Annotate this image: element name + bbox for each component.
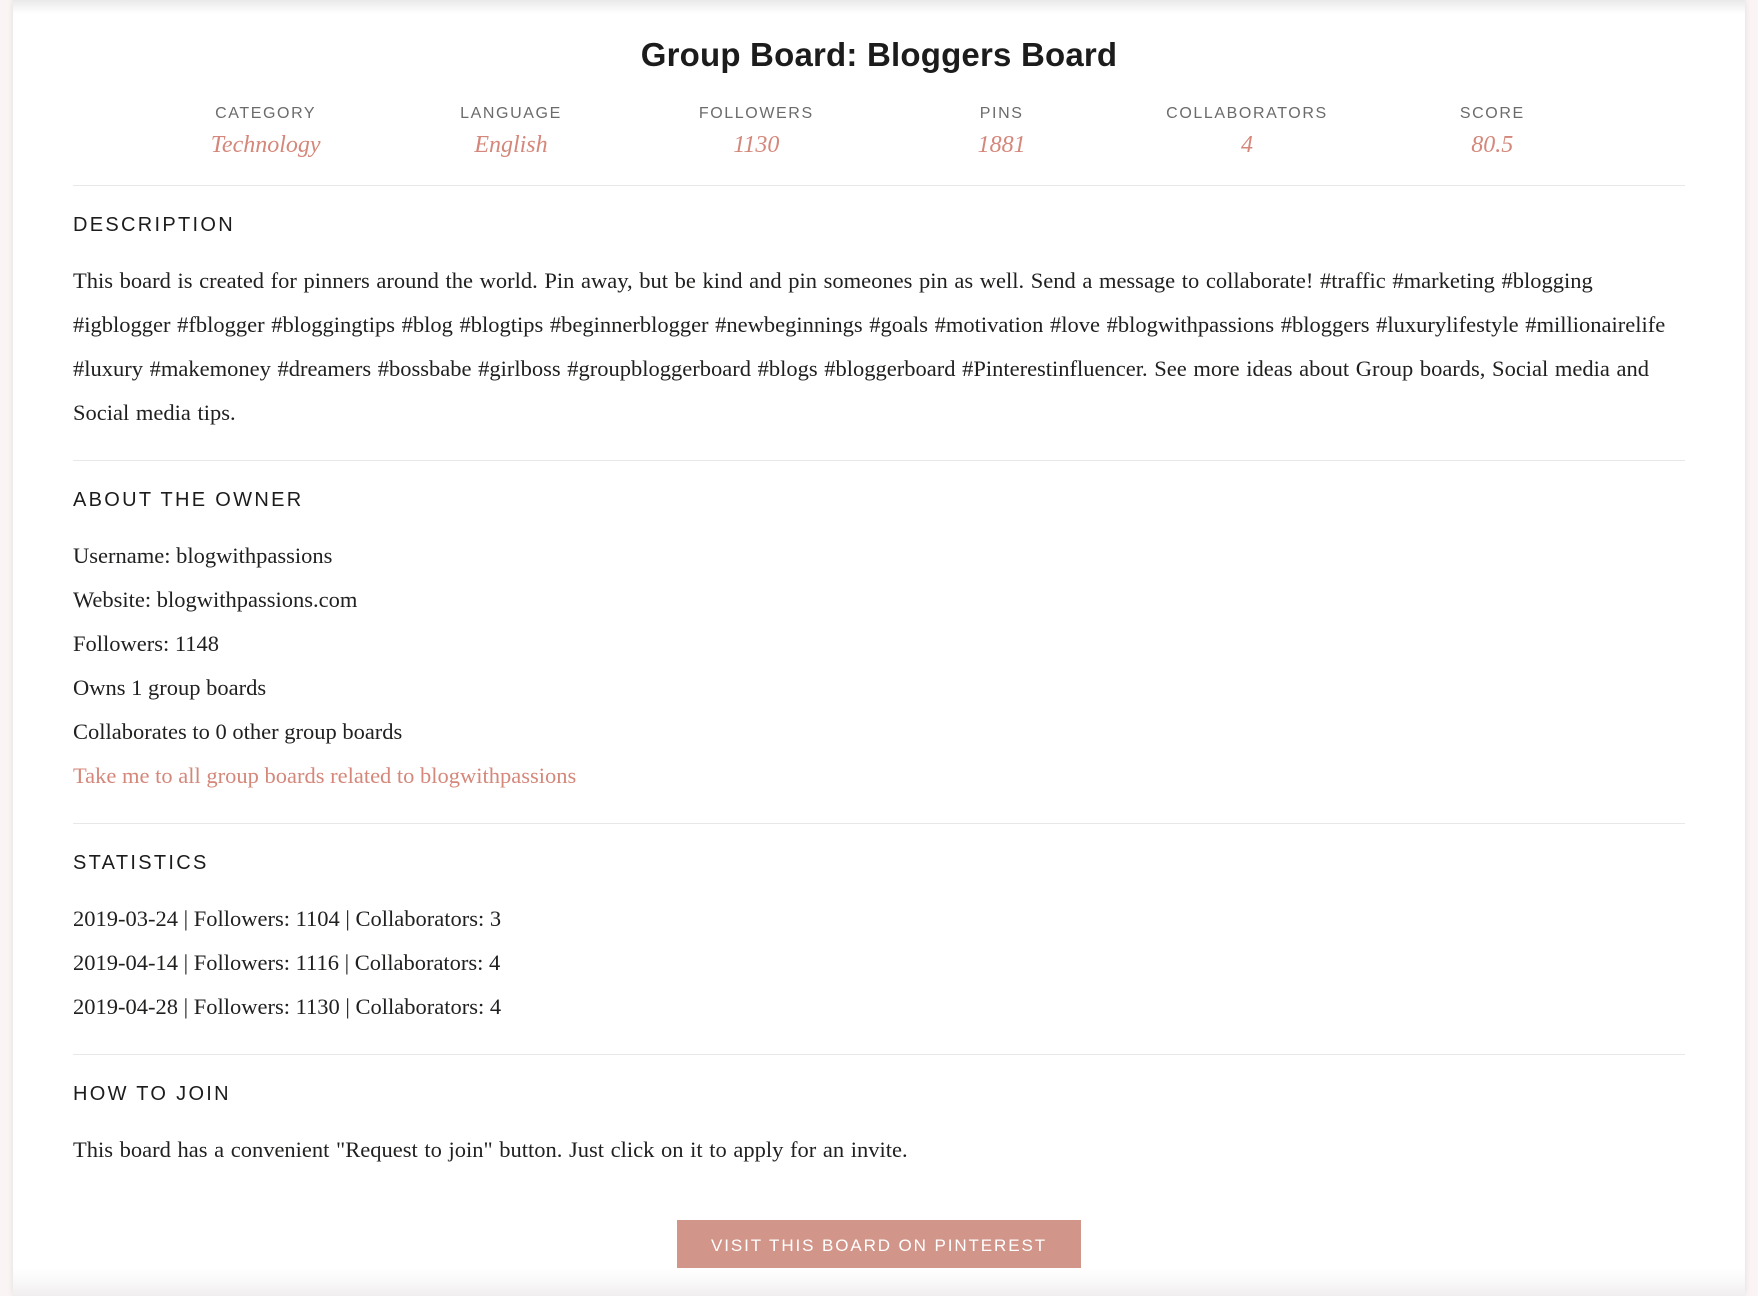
cta-container: VISIT THIS BOARD ON PINTEREST	[73, 1219, 1685, 1272]
how-to-join-heading: HOW TO JOIN	[73, 1082, 231, 1105]
card-bottom-shadow	[13, 1268, 1745, 1296]
stat-label-collaborators: COLLABORATORS	[1166, 105, 1328, 122]
stat-label-followers: FOLLOWERS	[698, 105, 814, 122]
stat-label-pins: PINS	[979, 105, 1024, 122]
owner-collaborated-boards: Collaborates to 0 other group boards	[73, 718, 403, 744]
stat-category: CATEGORY Technology	[143, 104, 388, 160]
stat-value-score: 80.5	[1471, 132, 1514, 159]
owner-website: Website: blogwithpassions.com	[73, 586, 358, 612]
owner-heading: ABOUT THE OWNER	[73, 488, 304, 511]
stat-value-followers: 1130	[733, 132, 780, 159]
stat-pins: PINS 1881	[879, 104, 1124, 160]
statistics-row: 2019-04-28 | Followers: 1130 | Collabora…	[73, 993, 502, 1019]
page-root: Group Board: Bloggers Board CATEGORY Tec…	[0, 0, 1758, 1296]
divider-after-owner	[73, 822, 1685, 824]
statistics-row: 2019-03-24 | Followers: 1104 | Collabora…	[73, 905, 502, 931]
stat-value-category: Technology	[210, 132, 321, 159]
stat-value-pins: 1881	[977, 132, 1026, 159]
owner-followers: Followers: 1148	[73, 630, 220, 656]
statistics-heading: STATISTICS	[73, 851, 209, 874]
card-content: Group Board: Bloggers Board CATEGORY Tec…	[13, 0, 1745, 1272]
stat-followers: FOLLOWERS 1130	[634, 104, 879, 160]
owner-owned-boards: Owns 1 group boards	[73, 674, 267, 700]
divider-after-stats	[73, 184, 1685, 186]
description-text: This board is created for pinners around…	[73, 267, 1666, 425]
description-heading: DESCRIPTION	[73, 213, 235, 236]
stat-score: SCORE 80.5	[1370, 104, 1615, 160]
board-detail-card: Group Board: Bloggers Board CATEGORY Tec…	[13, 0, 1745, 1296]
stat-language: LANGUAGE English	[388, 104, 633, 160]
summary-stats-strip: CATEGORY Technology LANGUAGE English FOL…	[73, 104, 1685, 160]
statistics-list: 2019-03-24 | Followers: 1104 | Collabora…	[73, 897, 1685, 1029]
visit-board-button[interactable]: VISIT THIS BOARD ON PINTEREST	[677, 1219, 1081, 1272]
statistics-row: 2019-04-14 | Followers: 1116 | Collabora…	[73, 949, 501, 975]
divider-after-statistics	[73, 1053, 1685, 1055]
page-title: Group Board: Bloggers Board	[640, 36, 1118, 73]
stat-value-language: English	[474, 132, 548, 159]
owner-username: Username: blogwithpassions	[73, 542, 333, 568]
stat-label-language: LANGUAGE	[460, 105, 562, 122]
stat-label-score: SCORE	[1459, 105, 1525, 122]
how-to-join-text: This board has a convenient "Request to …	[73, 1136, 908, 1162]
divider-after-description	[73, 459, 1685, 461]
owner-details: Username: blogwithpassions Website: blog…	[73, 534, 1685, 798]
owner-boards-link[interactable]: Take me to all group boards related to b…	[73, 754, 576, 798]
stat-value-collaborators: 4	[1240, 132, 1253, 159]
stat-label-category: CATEGORY	[215, 105, 317, 122]
stat-collaborators: COLLABORATORS 4	[1124, 104, 1369, 160]
